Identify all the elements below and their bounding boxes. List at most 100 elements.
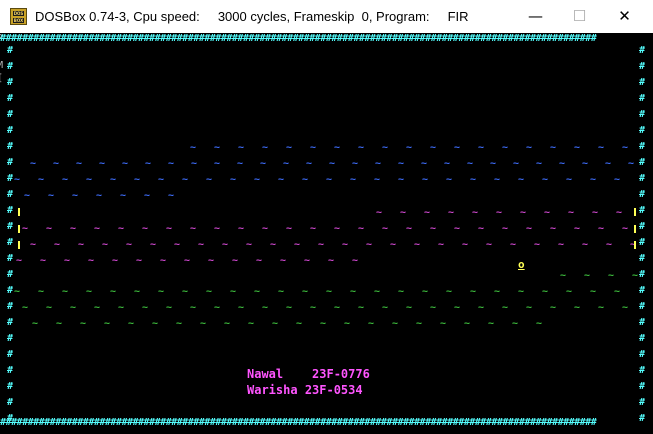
edge-fragment: [ [0, 73, 3, 85]
left-wall-segment: # [7, 397, 14, 408]
wave-obstacle: ~ [224, 318, 231, 329]
wave-obstacle: ~ [490, 158, 497, 169]
maximize-button[interactable]: ☐ [557, 0, 602, 33]
wave-obstacle: ~ [558, 239, 565, 250]
wave-obstacle: ~ [454, 142, 461, 153]
wave-obstacle: ~ [584, 270, 591, 281]
wave-obstacle: ~ [446, 286, 453, 297]
wave-obstacle: ~ [46, 223, 53, 234]
wave-obstacle: ~ [406, 302, 413, 313]
wave-obstacle: ~ [78, 239, 85, 250]
wave-obstacle: ~ [462, 239, 469, 250]
wave-obstacle: ~ [398, 286, 405, 297]
icon-label-top: DOS [13, 11, 24, 16]
wave-obstacle: ~ [302, 174, 309, 185]
wave-obstacle: ~ [174, 239, 181, 250]
window-titlebar[interactable]: DOS BOX DOSBox 0.74-3, Cpu speed: 3000 c… [0, 0, 653, 33]
bottom-wall: ########################################… [0, 417, 597, 428]
wave-obstacle: ~ [582, 239, 589, 250]
left-wall-segment: # [7, 317, 14, 328]
wave-obstacle: ~ [590, 286, 597, 297]
wave-obstacle: ~ [286, 302, 293, 313]
wave-obstacle: ~ [142, 302, 149, 313]
wave-obstacle: ~ [448, 207, 455, 218]
wave-obstacle: ~ [440, 318, 447, 329]
wave-obstacle: ~ [232, 255, 239, 266]
left-wall-segment: # [7, 173, 14, 184]
wave-obstacle: ~ [430, 302, 437, 313]
wave-obstacle: ~ [478, 142, 485, 153]
left-wall-segment: # [7, 333, 14, 344]
wave-obstacle: ~ [182, 174, 189, 185]
wave-obstacle: ~ [294, 239, 301, 250]
wave-obstacle: ~ [376, 207, 383, 218]
wave-obstacle: ~ [166, 223, 173, 234]
wave-obstacle: ~ [454, 223, 461, 234]
wave-obstacle: ~ [472, 207, 479, 218]
right-wall-segment: # [639, 349, 646, 360]
wave-obstacle: ~ [574, 302, 581, 313]
left-wall-segment: # [7, 365, 14, 376]
right-wall-segment: # [639, 301, 646, 312]
credit-id: 23F-0534 [304, 383, 363, 397]
wave-obstacle: ~ [270, 239, 277, 250]
wave-obstacle: ~ [120, 190, 127, 201]
wave-obstacle: ~ [272, 318, 279, 329]
wave-obstacle: ~ [392, 318, 399, 329]
wave-obstacle: ~ [422, 286, 429, 297]
wave-obstacle: ~ [30, 158, 37, 169]
left-wall-segment: # [7, 109, 14, 120]
wave-obstacle: ~ [350, 174, 357, 185]
right-wall-segment: # [639, 317, 646, 328]
wave-obstacle: ~ [238, 142, 245, 153]
wave-obstacle: ~ [128, 318, 135, 329]
wave-obstacle: ~ [104, 318, 111, 329]
wave-obstacle: ~ [160, 255, 167, 266]
wave-obstacle: ~ [62, 174, 69, 185]
wave-obstacle: ~ [329, 158, 336, 169]
dos-game-screen[interactable]: S M [ ##################################… [0, 33, 653, 434]
wave-obstacle: ~ [513, 158, 520, 169]
wave-obstacle: ~ [230, 286, 237, 297]
wave-obstacle: ~ [444, 158, 451, 169]
wave-obstacle: ~ [605, 158, 612, 169]
right-wall-segment: # [639, 125, 646, 136]
wave-obstacle: ~ [502, 142, 509, 153]
wave-obstacle: ~ [262, 302, 269, 313]
close-button[interactable]: ✕ [602, 0, 647, 33]
right-wall-segment: # [639, 45, 646, 56]
dosbox-app-icon[interactable]: DOS BOX [10, 8, 27, 25]
right-wall-segment: # [639, 221, 646, 232]
top-wall: ########################################… [0, 33, 597, 44]
wave-obstacle: ~ [446, 174, 453, 185]
wave-obstacle: ~ [310, 223, 317, 234]
minimize-button[interactable]: — [513, 0, 558, 33]
wave-obstacle: ~ [24, 190, 31, 201]
left-wall-segment: # [7, 125, 14, 136]
wave-obstacle: ~ [310, 302, 317, 313]
wave-obstacle: ~ [190, 142, 197, 153]
wave-obstacle: ~ [56, 318, 63, 329]
lane-marker-left [18, 208, 20, 216]
wave-obstacle: ~ [306, 158, 313, 169]
wave-obstacle: ~ [518, 286, 525, 297]
right-wall-segment: # [639, 413, 646, 424]
wave-obstacle: ~ [422, 174, 429, 185]
wave-obstacle: ~ [358, 223, 365, 234]
right-wall-segment: # [639, 109, 646, 120]
wave-obstacle: ~ [566, 286, 573, 297]
wave-obstacle: ~ [286, 142, 293, 153]
left-wall-segment: # [7, 381, 14, 392]
wave-obstacle: ~ [262, 223, 269, 234]
wave-obstacle: ~ [30, 239, 37, 250]
lane-marker-right [634, 208, 636, 216]
wave-obstacle: ~ [406, 142, 413, 153]
wave-obstacle: ~ [358, 302, 365, 313]
wave-obstacle: ~ [590, 174, 597, 185]
lane-marker-left [18, 225, 20, 233]
left-wall-segment: # [7, 141, 14, 152]
wave-obstacle: ~ [520, 207, 527, 218]
wave-obstacle: ~ [430, 142, 437, 153]
wave-obstacle: ~ [390, 239, 397, 250]
wave-obstacle: ~ [526, 302, 533, 313]
